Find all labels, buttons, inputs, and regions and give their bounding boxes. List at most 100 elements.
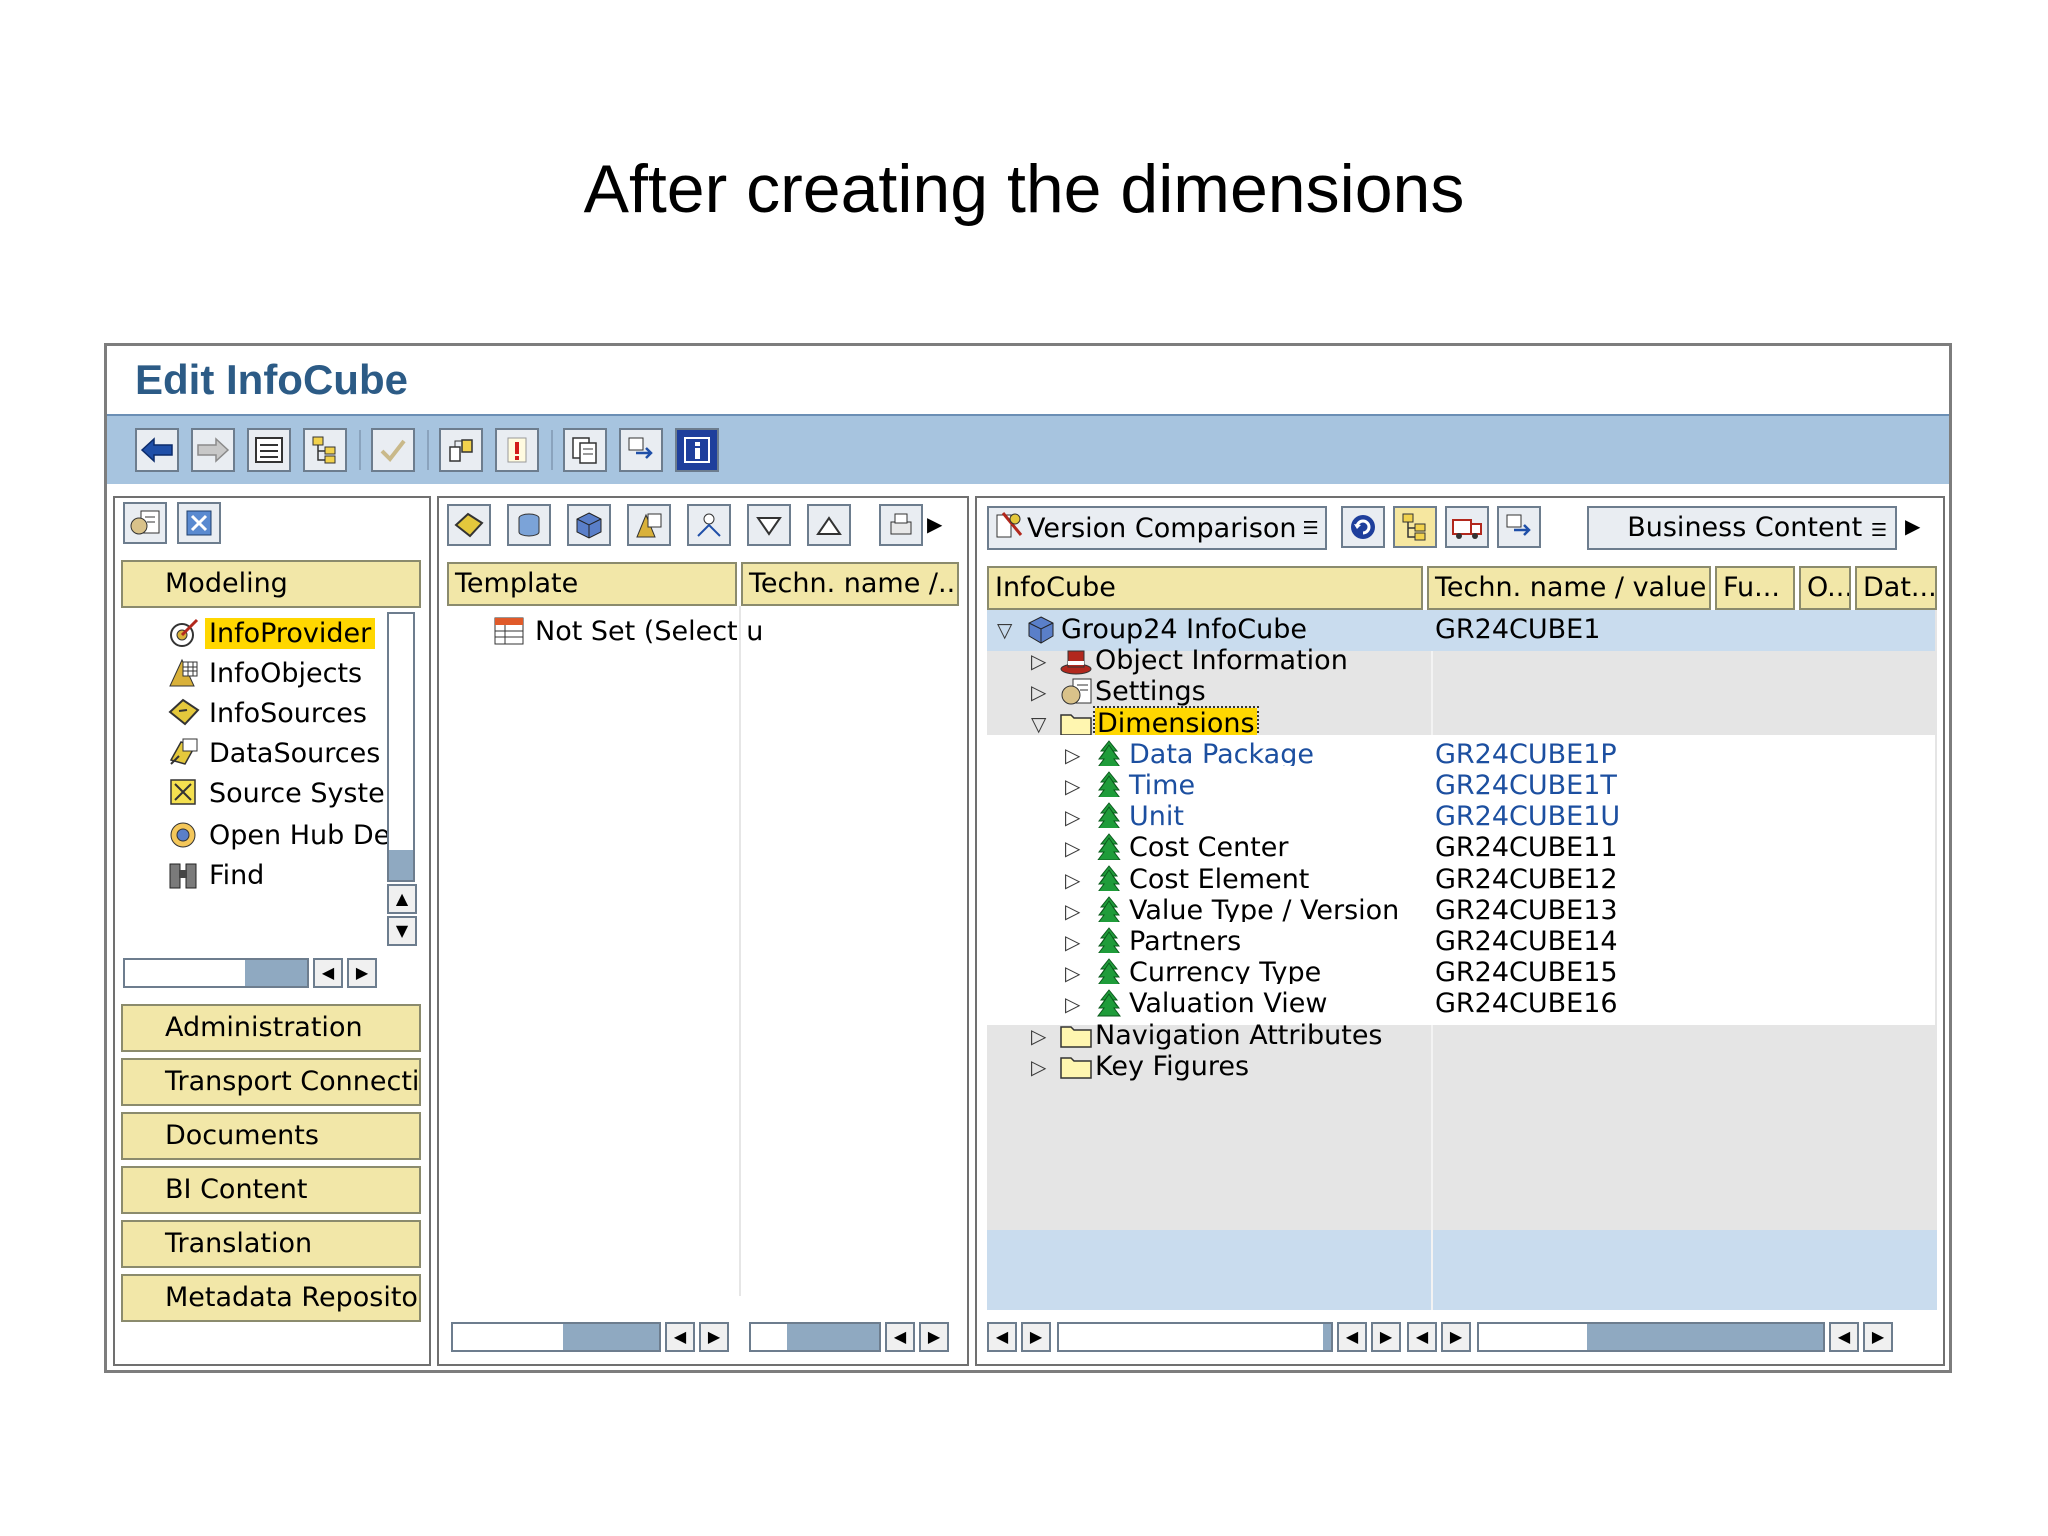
version-comparison-button[interactable]: Version Comparison ☰	[987, 506, 1327, 550]
scroll-left-arrow-icon[interactable]: ◀	[665, 1322, 695, 1352]
tree-row[interactable]: ▷ Key Figures	[987, 1047, 1935, 1088]
list-view-icon[interactable]	[247, 428, 291, 472]
toolbar-more-arrow-icon[interactable]: ▶	[927, 512, 942, 536]
scroll-left-arrow-icon[interactable]: ◀	[313, 958, 343, 988]
nav-section-modeling[interactable]: Modeling	[121, 560, 421, 608]
expand-triangle-icon[interactable]: ▷	[1065, 868, 1080, 892]
cube-tool-icon[interactable]	[567, 504, 611, 546]
info-exclamation-icon[interactable]	[495, 428, 539, 472]
tree-item-find[interactable]: Find	[167, 854, 264, 896]
infosource-tool-icon[interactable]	[447, 504, 491, 546]
tree-item-infoprovider[interactable]: InfoProvider	[167, 612, 376, 654]
tree-item-datasources[interactable]: DataSources	[167, 732, 380, 774]
tree-item-open-hub[interactable]: Open Hub De	[167, 814, 390, 856]
scroll-right-arrow-icon[interactable]: ▶	[1371, 1322, 1401, 1352]
template-row-not-set[interactable]: Not Set (Select u	[493, 610, 763, 652]
print-icon[interactable]	[879, 504, 923, 546]
scroll-down-arrow-icon[interactable]: ▼	[387, 916, 417, 946]
navigator-horizontal-scrollbar[interactable]	[123, 958, 309, 988]
toolbar-more-arrow-icon[interactable]: ▶	[1905, 514, 1920, 538]
scroll-right-arrow-icon[interactable]: ▶	[347, 958, 377, 988]
expand-triangle-icon[interactable]: ▷	[1031, 649, 1046, 673]
template-horizontal-scrollbar-2[interactable]	[749, 1322, 881, 1352]
close-navigator-icon[interactable]	[177, 502, 221, 544]
navigator-vertical-scrollbar[interactable]	[387, 612, 415, 882]
nav-section-metadata-repository[interactable]: Metadata Repository	[121, 1274, 421, 1322]
refresh-icon[interactable]	[1341, 506, 1385, 548]
binoculars-icon	[167, 858, 203, 892]
template-horizontal-scrollbar[interactable]	[451, 1322, 661, 1352]
tree-item-infoobjects[interactable]: InfoObjects	[167, 652, 362, 694]
collapse-triangle-icon[interactable]: ▽	[997, 618, 1012, 642]
scroll-right-arrow-icon[interactable]: ▶	[1863, 1322, 1893, 1352]
nav-section-transport-connection[interactable]: Transport Connectio	[121, 1058, 421, 1106]
scroll-left-arrow-icon[interactable]: ◀	[1407, 1322, 1437, 1352]
scrollbar-thumb[interactable]	[245, 960, 307, 986]
copy-icon[interactable]	[563, 428, 607, 472]
information-icon[interactable]	[675, 428, 719, 472]
column-header-data[interactable]: Dat...	[1855, 566, 1937, 610]
scroll-right-arrow-icon[interactable]: ▶	[1441, 1322, 1471, 1352]
modeling-tree: InfoProvider InfoObjects InfoSources Dat…	[121, 612, 421, 912]
scroll-left-arrow-icon[interactable]: ◀	[885, 1322, 915, 1352]
nav-section-documents[interactable]: Documents	[121, 1112, 421, 1160]
transport-truck-icon[interactable]	[1445, 506, 1489, 548]
business-content-button[interactable]: Business Content ☰	[1587, 506, 1897, 550]
nav-section-administration[interactable]: Administration	[121, 1004, 421, 1052]
expand-triangle-icon[interactable]: ▷	[1065, 836, 1080, 860]
back-arrow-icon[interactable]	[135, 428, 179, 472]
column-header-function[interactable]: Fu...	[1715, 566, 1795, 610]
expand-triangle-icon[interactable]: ▷	[1065, 992, 1080, 1016]
forward-arrow-icon[interactable]	[191, 428, 235, 472]
scrollbar-thumb[interactable]	[1323, 1324, 1331, 1350]
folder-icon	[1059, 1051, 1093, 1083]
infocube-tree-table: ▽ Group24 InfoCube GR24CUBE1 ▷ Object Inform…	[987, 610, 1937, 1350]
column-header-infocube[interactable]: InfoCube	[987, 566, 1423, 610]
scrollbar-thumb[interactable]	[389, 850, 413, 880]
tree-item-source-systems[interactable]: Source Syste	[167, 772, 385, 814]
collapse-all-icon[interactable]	[807, 504, 851, 546]
scrollbar-thumb[interactable]	[787, 1324, 879, 1350]
expand-triangle-icon[interactable]: ▷	[1065, 899, 1080, 923]
nav-section-bi-content[interactable]: BI Content	[121, 1166, 421, 1214]
expand-all-icon[interactable]	[747, 504, 791, 546]
expand-triangle-icon[interactable]: ▷	[1065, 805, 1080, 829]
column-header-o[interactable]: O...	[1799, 566, 1851, 610]
scroll-right-arrow-icon[interactable]: ▶	[699, 1322, 729, 1352]
column-header-techn-name-value[interactable]: Techn. name / value	[1427, 566, 1711, 610]
scroll-right-arrow-icon[interactable]: ▶	[1021, 1322, 1051, 1352]
dso-tool-icon[interactable]	[507, 504, 551, 546]
column-header-techn-name[interactable]: Techn. name /...	[741, 562, 959, 606]
check-icon[interactable]	[371, 428, 415, 472]
scroll-left-arrow-icon[interactable]: ◀	[1337, 1322, 1367, 1352]
scroll-left-arrow-icon[interactable]: ◀	[987, 1322, 1017, 1352]
column-header-template[interactable]: Template	[447, 562, 737, 606]
expand-triangle-icon[interactable]: ▷	[1065, 774, 1080, 798]
expand-triangle-icon[interactable]: ▷	[1031, 1024, 1046, 1048]
editor-horizontal-scrollbar-2[interactable]	[1477, 1322, 1825, 1352]
transfer-icon[interactable]	[619, 428, 663, 472]
edit-infocube-window: Edit InfoCube Modeling InfoProvider Info…	[104, 343, 1952, 1373]
tree-item-infosources[interactable]: InfoSources	[167, 692, 367, 734]
expand-triangle-icon[interactable]: ▷	[1065, 961, 1080, 985]
transfer-icon[interactable]	[1497, 506, 1541, 548]
characteristic-tool-icon[interactable]	[687, 504, 731, 546]
activate-icon[interactable]	[439, 428, 483, 472]
hierarchy-view-icon[interactable]	[1393, 506, 1437, 548]
navigator-settings-icon[interactable]	[123, 502, 167, 544]
expand-triangle-icon[interactable]: ▷	[1065, 743, 1080, 767]
collapse-triangle-icon[interactable]: ▽	[1031, 712, 1046, 736]
editor-horizontal-scrollbar[interactable]	[1057, 1322, 1333, 1352]
expand-triangle-icon[interactable]: ▷	[1031, 680, 1046, 704]
tree-view-icon[interactable]	[303, 428, 347, 472]
scroll-up-arrow-icon[interactable]: ▲	[387, 884, 417, 914]
tree-row-label: Key Figures	[1095, 1050, 1250, 1082]
expand-triangle-icon[interactable]: ▷	[1031, 1055, 1046, 1079]
scrollbar-thumb[interactable]	[1587, 1324, 1823, 1350]
nav-section-translation[interactable]: Translation	[121, 1220, 421, 1268]
scroll-right-arrow-icon[interactable]: ▶	[919, 1322, 949, 1352]
infoobject-tool-icon[interactable]	[627, 504, 671, 546]
expand-triangle-icon[interactable]: ▷	[1065, 930, 1080, 954]
scroll-left-arrow-icon[interactable]: ◀	[1829, 1322, 1859, 1352]
scrollbar-thumb[interactable]	[563, 1324, 659, 1350]
